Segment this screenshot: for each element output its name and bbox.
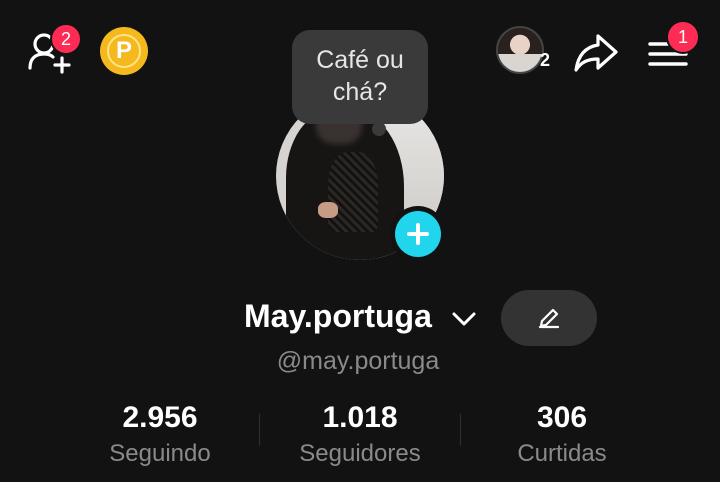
plus-icon [395, 211, 441, 257]
username-handle: @may.portuga [0, 347, 720, 376]
coin-icon: P [107, 34, 141, 68]
add-story-button[interactable] [390, 206, 446, 262]
edit-profile-button[interactable] [501, 290, 597, 346]
handle-text: @may.portuga [276, 347, 440, 375]
stat-followers[interactable]: 1.018 Seguidores [280, 400, 440, 472]
stat-divider [460, 414, 461, 446]
menu-badge: 1 [666, 20, 700, 54]
note-line-2: chá? [332, 78, 388, 106]
profile-switch-avatar[interactable] [496, 26, 544, 74]
menu-button[interactable]: 1 [642, 20, 700, 78]
stat-value: 2.956 [122, 401, 198, 434]
share-icon [574, 34, 618, 72]
photo-hand [318, 202, 338, 218]
stat-label: Curtidas [517, 440, 607, 467]
chevron-down-icon[interactable] [450, 310, 478, 328]
photo-detail [328, 152, 378, 232]
stat-label: Seguidores [299, 440, 421, 467]
profile-switch-count: 2 [540, 50, 551, 70]
stat-value: 306 [536, 401, 588, 434]
stat-following[interactable]: 2.956 Seguindo [80, 400, 240, 472]
stat-likes[interactable]: 306 Curtidas [482, 400, 642, 472]
stat-divider [259, 414, 260, 446]
stat-value: 1.018 [322, 401, 398, 434]
stat-label: Seguindo [109, 440, 211, 467]
share-button[interactable] [570, 26, 622, 78]
note-line-1: Café ou [316, 46, 404, 74]
notification-badge: 2 [50, 23, 82, 55]
name-row: May.portuga [0, 298, 720, 344]
pencil-icon [538, 308, 560, 329]
coin-button[interactable]: P [100, 27, 148, 75]
display-name[interactable]: May.portuga [244, 298, 432, 335]
note-bubble-tail [372, 122, 386, 136]
add-friends-button[interactable]: 2 [26, 23, 82, 78]
note-bubble[interactable]: Café ou chá? [292, 30, 428, 124]
